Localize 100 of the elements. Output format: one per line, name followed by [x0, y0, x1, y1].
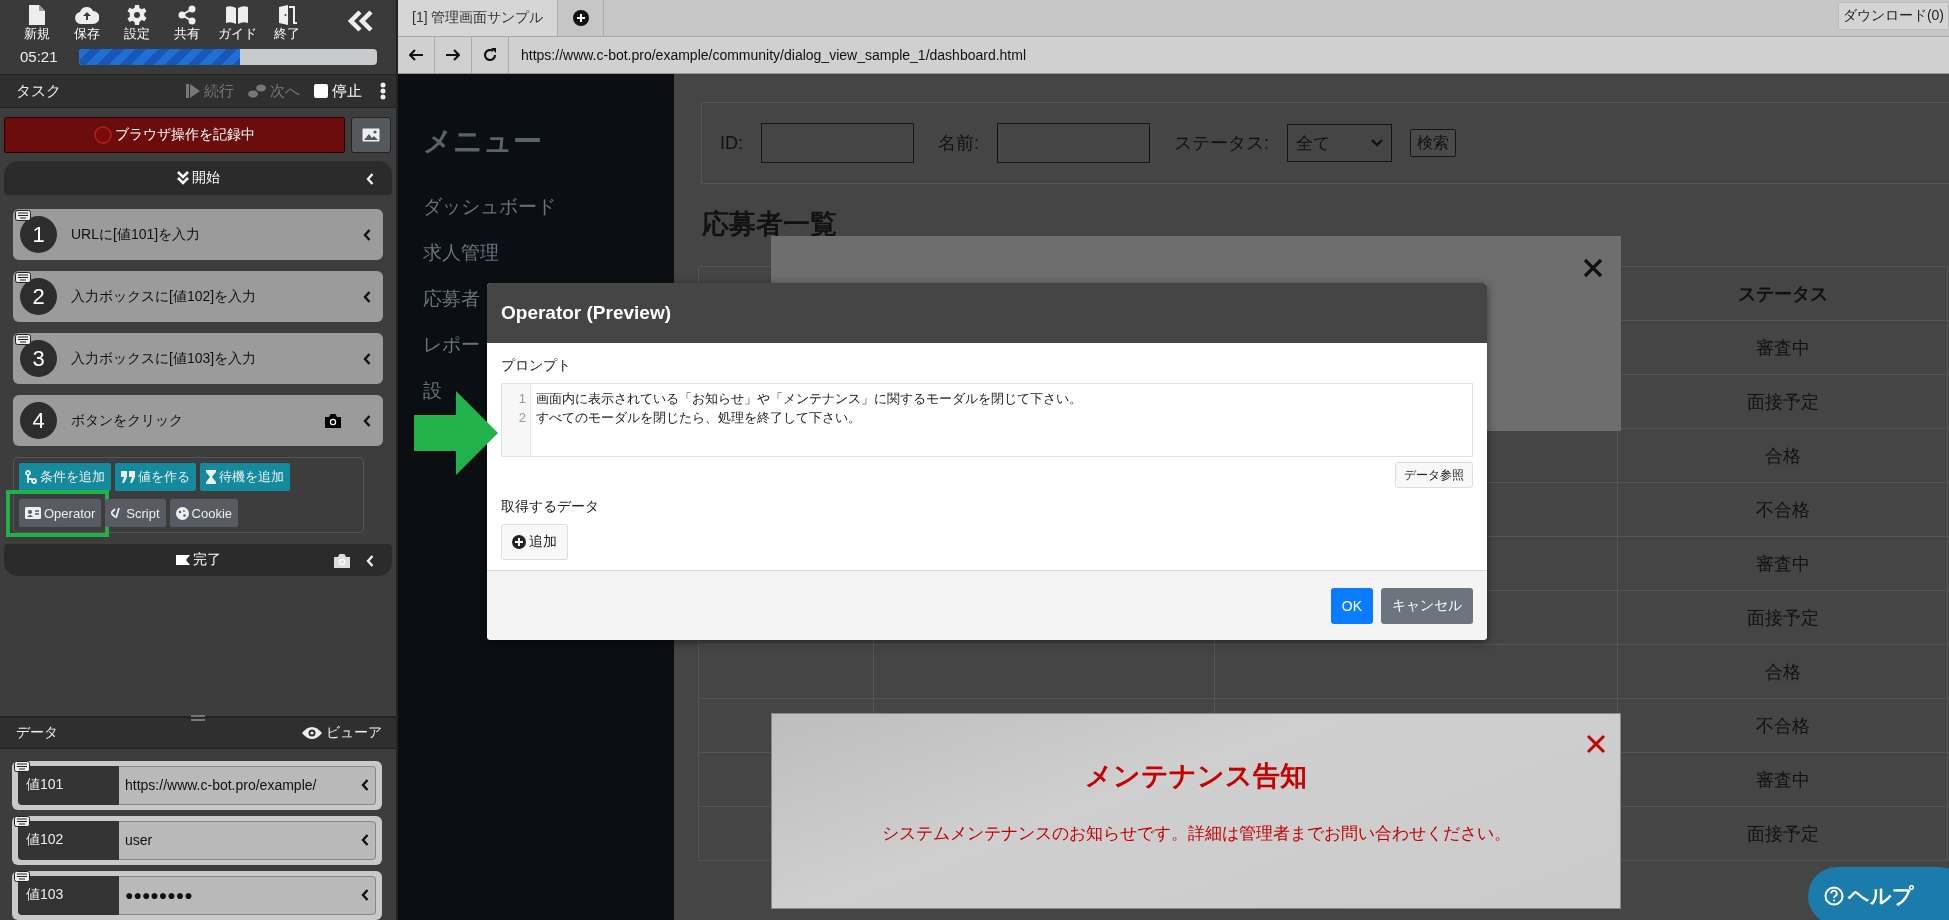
step-label: 入力ボックスに[値103]を入力 — [71, 349, 258, 368]
keyboard-icon — [14, 761, 30, 772]
viewer-button[interactable]: ビューア — [302, 724, 382, 742]
modal-message: システムメンテナンスのお知らせです。詳細は管理者までお問い合わせください。 — [881, 823, 1511, 845]
chevron-left-icon — [363, 352, 371, 365]
book-icon — [226, 6, 248, 24]
step-label: 入力ボックスに[値102]を入力 — [71, 287, 258, 306]
data-value: user — [125, 832, 154, 849]
toolbar-button[interactable]: 保存 — [62, 4, 112, 41]
cancel-button[interactable]: キャンセル — [1381, 587, 1473, 624]
section-title: タスク — [16, 81, 62, 101]
timer-text: 05:21 — [20, 48, 59, 65]
arrow-left-icon — [409, 49, 423, 61]
start-bar[interactable]: 開始 — [4, 161, 392, 195]
line-number: 1 — [517, 390, 526, 408]
stop-icon — [314, 84, 328, 99]
url-text: https://www.c-bot.pro/example/community/dialog_view_sample_1/dashboard.html — [520, 46, 1027, 65]
record-button[interactable]: ブラウザ操作を記録中 — [4, 117, 345, 154]
step-number: 2 — [20, 278, 57, 315]
drag-handle-icon — [190, 714, 206, 722]
add-action-button[interactable]: Script — [105, 499, 166, 527]
keyboard-icon — [15, 334, 31, 345]
data-row[interactable]: 値103 ●●●●●●●● — [12, 871, 382, 920]
add-action-button[interactable]: 待機を追加 — [200, 463, 290, 491]
help-icon — [1824, 886, 1844, 906]
footsteps-icon — [248, 84, 266, 99]
download-button[interactable]: ダウンロード(0) — [1837, 2, 1949, 30]
modal-title: メンテナンス告知 — [1085, 760, 1307, 793]
cookie-icon — [175, 506, 189, 520]
toolbar-button[interactable]: 終了 — [262, 4, 312, 41]
chevron-left-icon — [363, 228, 371, 241]
plus-circle-icon — [572, 10, 589, 26]
menu-item[interactable]: ダッシュボード — [423, 194, 556, 220]
chevron-left-icon — [363, 290, 371, 303]
input-field[interactable] — [761, 123, 914, 163]
menu-item[interactable]: 応募者 — [423, 286, 480, 312]
menu-item[interactable]: 求人管理 — [423, 240, 499, 266]
add-action-button[interactable]: Cookie — [169, 499, 238, 527]
add-button[interactable]: 追加 — [501, 524, 568, 560]
chevron-left-icon — [361, 779, 369, 792]
add-action-button[interactable]: Operator — [19, 499, 102, 527]
field-label: 取得するデータ — [501, 498, 600, 516]
step-label: URLに[値101]を入力 — [71, 225, 202, 244]
chevron-left-icon — [366, 173, 374, 186]
step-card[interactable]: 4 ボタンをクリック — [13, 395, 383, 446]
keyboard-icon — [14, 816, 30, 827]
image-button[interactable] — [351, 117, 391, 154]
add-action-button[interactable]: 条件を追加 — [19, 463, 111, 491]
play-icon — [186, 83, 200, 100]
step-label: ボタンをクリック — [71, 411, 184, 430]
menu-item[interactable]: 設 — [423, 378, 442, 404]
image-icon — [362, 128, 380, 143]
toolbar-button[interactable]: 新規 — [12, 4, 62, 41]
data-name: 値103 — [18, 876, 119, 915]
dialog-title: Operator (Preview) — [501, 302, 671, 324]
step-card[interactable]: 3 入力ボックスに[値103]を入力 — [13, 333, 383, 384]
input-field[interactable] — [997, 123, 1151, 163]
record-icon — [94, 126, 112, 145]
cloud-upload-icon — [75, 6, 99, 24]
data-value: ●●●●●●●● — [125, 887, 194, 904]
reload-icon — [483, 48, 497, 62]
data-reference-button[interactable]: データ参照 — [1395, 462, 1473, 488]
file-icon — [29, 5, 45, 25]
double-chevron-left-icon — [348, 10, 374, 32]
data-row[interactable]: 値101 https://www.c-bot.pro/example/ — [12, 761, 382, 810]
data-name: 値101 — [18, 766, 119, 805]
arrow-right-icon — [446, 49, 460, 61]
data-row[interactable]: 値102 user — [12, 816, 382, 865]
menu-title: メニュー — [423, 124, 542, 159]
ok-button[interactable]: OK — [1330, 587, 1373, 624]
eye-icon — [302, 726, 322, 740]
step-number: 3 — [20, 340, 57, 377]
plus-circle-icon — [512, 535, 526, 549]
step-number: 1 — [20, 216, 57, 253]
door-exit-icon — [277, 5, 297, 25]
toolbar-button[interactable]: 共有 — [162, 4, 212, 41]
close-icon — [1586, 734, 1606, 754]
flag-icon — [175, 555, 190, 565]
toolbar-button[interactable]: 設定 — [112, 4, 162, 41]
id-card-icon — [25, 507, 41, 519]
task-action-button[interactable]: 停止 — [314, 81, 362, 101]
step-card[interactable]: 2 入力ボックスに[値102]を入力 — [13, 271, 383, 322]
more-button[interactable] — [380, 82, 386, 101]
double-chevron-down-icon — [176, 171, 189, 186]
prompt-editor[interactable]: 1 2 画面内に表示されている「お知らせ」や「メンテナンス」に関するモーダルを閉じて下さい。 すべてのモーダルを閉じたら、処理を終了して下さい。 — [501, 383, 1473, 457]
keyboard-icon — [14, 871, 30, 882]
browser-tab[interactable]: [1] 管理画面サンプル — [398, 0, 559, 36]
step-card[interactable]: 1 URLに[値101]を入力 — [13, 209, 383, 260]
toolbar-button[interactable]: ガイド — [212, 4, 262, 41]
hourglass-icon — [206, 470, 216, 484]
chevron-left-icon — [361, 834, 369, 847]
menu-item[interactable]: レポー — [423, 332, 480, 358]
section-title: データ — [16, 724, 58, 742]
quote-icon — [121, 471, 135, 483]
help-button[interactable]: ヘルプ — [1808, 867, 1949, 920]
add-action-button[interactable]: 値を作る — [115, 463, 196, 491]
share-icon — [178, 5, 196, 25]
finish-bar[interactable]: 完了 — [4, 544, 392, 576]
prompt-line: 画面内に表示されている「お知らせ」や「メンテナンス」に関するモーダルを閉じて下さい。 — [536, 390, 1082, 408]
branch-icon — [25, 470, 37, 484]
